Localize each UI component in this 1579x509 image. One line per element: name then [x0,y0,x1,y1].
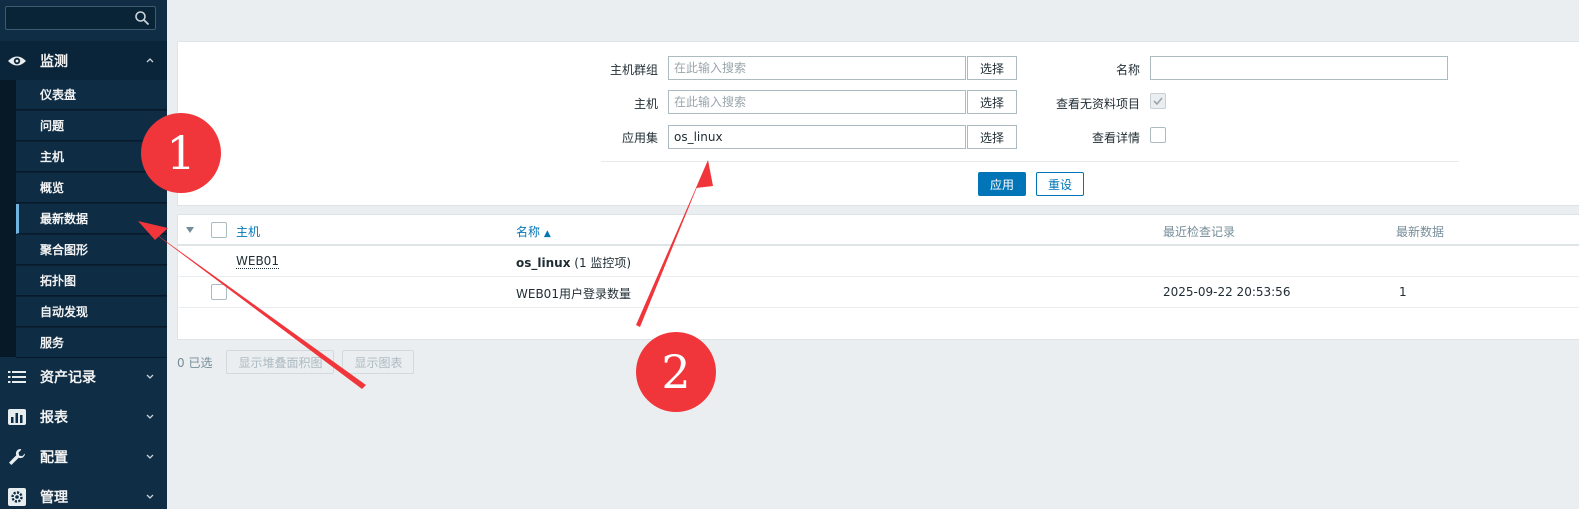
show-items-without-data-checkbox[interactable] [1150,93,1166,109]
table-footer: 0 已选 显示堆叠面积图 显示图表 [177,350,422,374]
menu-monitoring[interactable]: 监测 [0,41,167,81]
chevron-down-icon [146,374,154,379]
host-select-button[interactable]: 选择 [967,90,1017,114]
application-input[interactable] [668,125,966,149]
gear-icon [7,488,27,506]
chevron-up-icon [146,58,154,63]
submenu-item-maps[interactable]: 拓扑图 [16,266,167,296]
last-check-column-header: 最近检查记录 [1163,225,1236,239]
filter-divider [601,161,1459,162]
eye-icon [7,53,27,69]
collapse-all-icon[interactable] [185,226,195,234]
show-details-label: 查看详情 [1091,131,1140,145]
menu-monitoring-label: 监测 [40,54,68,70]
host-group-select-button[interactable]: 选择 [967,56,1017,80]
menu-inventory[interactable]: 资产记录 [0,357,167,397]
submenu-item-overview[interactable]: 概览 [16,173,167,203]
apply-button[interactable]: 应用 [978,172,1026,196]
sidebar: 监测 仪表盘 问题 主机 概览 最新数据 聚合图形 拓扑图 自动发现 服务 资产… [0,0,167,509]
application-name: os_linux [516,256,571,270]
annotation-badge-2: 2 [636,332,716,412]
item-last-check: 2025-09-22 20:53:56 [1163,285,1291,299]
main-content: 主机群组 选择 主机 选择 应用集 选择 名称 查看无资料项目 查看详情 应用 … [167,0,1579,509]
table-row-group: WEB01 os_linux (1 监控项) [178,246,1579,277]
sort-ascending-icon: ▲ [543,229,551,239]
name-column-header[interactable]: 名称 ▲ [516,223,551,240]
item-last-value: 1 [1399,285,1407,299]
checkmark-icon [1153,97,1163,106]
application-item-count: (1 监控项) [574,256,632,270]
sidebar-search-input[interactable] [6,7,131,29]
name-label: 名称 [1115,63,1140,77]
host-column-header[interactable]: 主机 [236,223,260,240]
application-group: os_linux (1 监控项) [516,254,631,271]
selected-count: 0 已选 [177,355,213,370]
submenu-item-discovery[interactable]: 自动发现 [16,297,167,327]
submenu-item-latest-data[interactable]: 最新数据 [16,204,167,234]
menu-administration-label: 管理 [40,490,68,506]
table-header: 主机 名称 ▲ 最近检查记录 最新数据 [178,215,1579,246]
show-graph-button[interactable]: 显示图表 [342,350,415,374]
filter-panel: 主机群组 选择 主机 选择 应用集 选择 名称 查看无资料项目 查看详情 应用 … [177,41,1579,206]
host-label: 主机 [633,97,658,111]
host-group-input[interactable] [668,56,966,80]
wrench-icon [7,448,27,465]
sidebar-search-box[interactable] [5,6,156,30]
show-details-checkbox[interactable] [1150,127,1166,143]
host-input[interactable] [668,90,966,114]
list-icon [7,369,27,385]
item-name: WEB01用户登录数量 [516,287,631,301]
reset-button[interactable]: 重设 [1036,172,1084,196]
table-row: WEB01用户登录数量 2025-09-22 20:53:56 1 [178,277,1579,308]
submenu-item-screens[interactable]: 聚合图形 [16,235,167,265]
annotation-badge-1: 1 [141,113,221,193]
menu-configuration[interactable]: 配置 [0,437,167,477]
chevron-down-icon [146,494,154,499]
menu-configuration-label: 配置 [40,450,68,466]
submenu-item-dashboard[interactable]: 仪表盘 [16,80,167,110]
monitoring-submenu: 仪表盘 问题 主机 概览 最新数据 聚合图形 拓扑图 自动发现 服务 [0,80,167,358]
application-select-button[interactable]: 选择 [967,125,1017,149]
bar-chart-icon [7,409,27,425]
menu-inventory-label: 资产记录 [40,370,96,386]
chevron-down-icon [146,454,154,459]
menu-reports-label: 报表 [40,410,68,426]
submenu-rail [0,80,16,357]
show-stacked-graph-button[interactable]: 显示堆叠面积图 [226,350,335,374]
host-link[interactable]: WEB01 [236,254,279,269]
submenu-item-services[interactable]: 服务 [16,328,167,358]
select-all-checkbox[interactable] [211,222,227,238]
name-input[interactable] [1150,56,1448,80]
latest-data-table: 主机 名称 ▲ 最近检查记录 最新数据 WEB01 os_linux (1 监控… [177,214,1579,340]
search-icon[interactable] [134,10,150,26]
name-column-label: 名称 [516,225,541,239]
show-items-without-data-label: 查看无资料项目 [1055,97,1140,111]
last-value-column-header: 最新数据 [1396,225,1445,239]
host-group-label: 主机群组 [609,63,658,77]
application-label: 应用集 [621,131,658,145]
menu-reports[interactable]: 报表 [0,397,167,437]
chevron-down-icon [146,414,154,419]
row-checkbox[interactable] [211,284,227,300]
menu-administration[interactable]: 管理 [0,477,167,509]
